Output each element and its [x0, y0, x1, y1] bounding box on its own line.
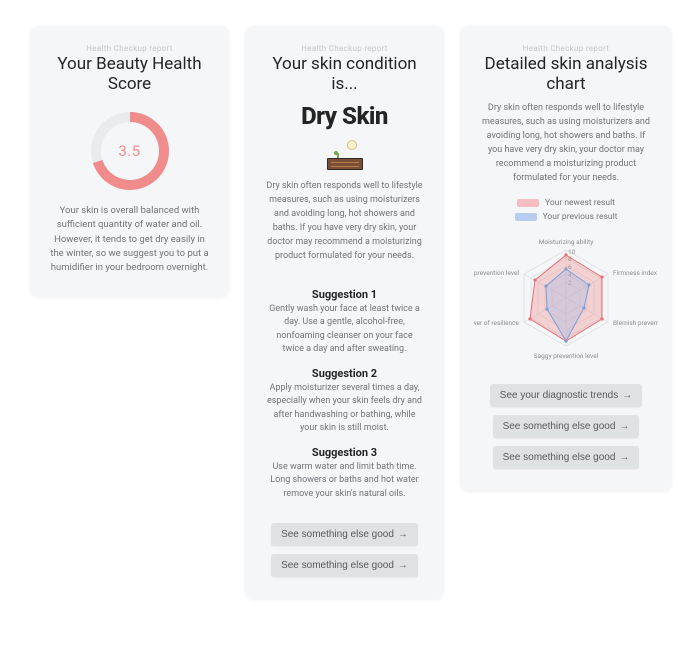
suggestion-text: Apply moisturizer several times a day, e… — [259, 382, 430, 436]
arrow-right-icon: → — [398, 560, 408, 571]
see-more-button[interactable]: See something else good → — [271, 523, 418, 546]
eyebrow: Health Checkup report — [523, 44, 609, 53]
dry-soil-icon — [327, 140, 363, 170]
suggestion-text: Use warm water and limit bath time. Long… — [259, 461, 430, 502]
eyebrow: Health Checkup report — [86, 44, 172, 53]
legend-swatch-blue — [515, 213, 537, 221]
arrow-right-icon: → — [619, 421, 629, 432]
suggestion-heading: Suggestion 2 — [259, 367, 430, 380]
legend-label: Your previous result — [543, 212, 618, 222]
arrow-right-icon: → — [619, 452, 629, 463]
condition-name: Dry Skin — [301, 102, 388, 130]
card-description: Your skin is overall balanced with suffi… — [44, 204, 215, 275]
dashboard-cards-row: Health Checkup report Your Beauty Health… — [0, 0, 700, 629]
arrow-right-icon: → — [622, 390, 632, 401]
suggestion-text: Gently wash your face at least twice a d… — [259, 303, 430, 357]
axis-label: Saggy prevention level — [534, 352, 599, 360]
card-health-score: Health Checkup report Your Beauty Health… — [30, 26, 229, 297]
see-more-button[interactable]: See something else good → — [493, 415, 640, 438]
card-title: Your skin condition is... — [259, 55, 430, 94]
card-actions: See your diagnostic trends → See somethi… — [490, 384, 642, 469]
legend-row: Your newest result — [517, 198, 615, 208]
svg-text:10: 10 — [568, 248, 576, 256]
legend-label: Your newest result — [545, 198, 615, 208]
card-analysis-chart: Health Checkup report Detailed skin anal… — [460, 26, 672, 491]
card-actions: See something else good → See something … — [271, 523, 418, 577]
button-label: See something else good — [503, 421, 616, 432]
axis-label: Wrinkles prevention level — [474, 269, 519, 277]
card-title: Detailed skin analysis chart — [474, 55, 658, 94]
score-value: 3.5 — [101, 122, 159, 180]
axis-label: Power of resilience — [474, 319, 520, 327]
see-more-button[interactable]: See something else good → — [271, 554, 418, 577]
arrow-right-icon: → — [398, 529, 408, 540]
suggestions: Suggestion 1 Gently wash your face at le… — [259, 278, 430, 508]
legend-swatch-pink — [517, 199, 539, 207]
button-label: See something else good — [281, 529, 394, 540]
card-description: Dry skin often responds well to lifestyl… — [259, 180, 430, 264]
suggestion-heading: Suggestion 1 — [259, 288, 430, 301]
axis-label: Moisturizing ability — [539, 238, 594, 246]
trends-button[interactable]: See your diagnostic trends → — [490, 384, 642, 407]
suggestion-heading: Suggestion 3 — [259, 446, 430, 459]
eyebrow: Health Checkup report — [301, 44, 387, 53]
axis-label: Firmness index — [613, 269, 658, 277]
radar-chart: 246 810 Moisturizing ability Firmness in… — [474, 228, 658, 368]
card-title: Your Beauty Health Score — [44, 55, 215, 94]
card-description: Dry skin often responds well to lifestyl… — [474, 102, 658, 186]
legend-row: Your previous result — [515, 212, 618, 222]
button-label: See your diagnostic trends — [500, 390, 618, 401]
chart-legend: Your newest result Your previous result — [515, 198, 618, 222]
card-skin-condition: Health Checkup report Your skin conditio… — [245, 26, 444, 599]
see-more-button[interactable]: See something else good → — [493, 446, 640, 469]
button-label: See something else good — [503, 452, 616, 463]
score-donut: 3.5 — [91, 112, 169, 190]
axis-label: Blemish prevention — [613, 319, 658, 327]
button-label: See something else good — [281, 560, 394, 571]
